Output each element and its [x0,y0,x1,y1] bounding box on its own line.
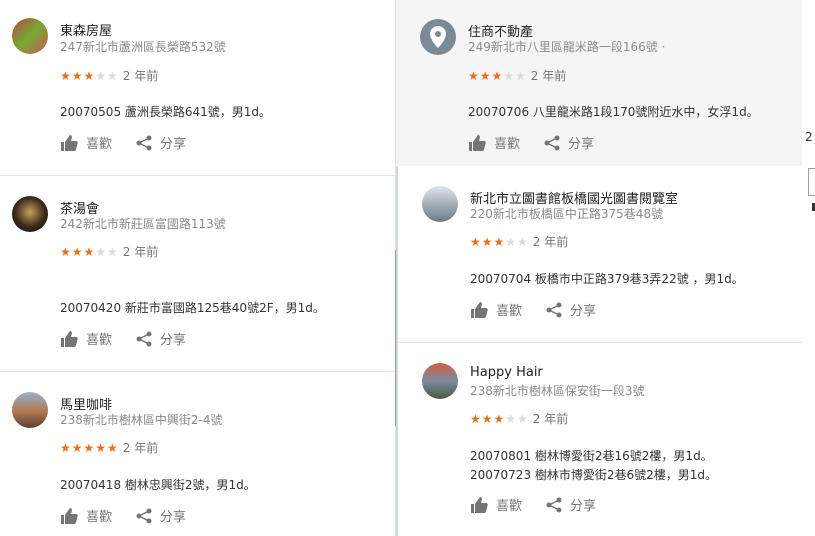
review-text: 20070418 樹林忠興街2號，男1d。 [60,478,256,492]
place-address: 238新北市樹林區中興街2-4號 [60,413,223,427]
star-rating: ★★★★★ 2 年前 [60,441,159,455]
like-button[interactable]: 喜歡 [60,506,112,525]
review-card: 住商不動產 249新北市八里區龍米路一段166號 · ★★★★★ 2 年前 200… [396,0,802,166]
share-icon [546,497,562,512]
share-button[interactable]: 分享 [546,495,596,514]
share-button[interactable]: 分享 [136,506,186,525]
review-card: 東森房屋 247新北市蘆洲區長榮路532號 ★★★★★ 2 年前 20070505… [0,0,395,176]
star-rating: ★★★★★ 2 年前 [60,245,159,259]
share-icon [546,302,562,317]
thumbs-up-icon [61,134,78,151]
share-button[interactable]: 分享 [136,133,186,152]
right-review-panel: 住商不動產 249新北市八里區龍米路一段166號 · ★★★★★ 2 年前 200… [396,0,802,536]
share-button[interactable]: 分享 [544,133,594,152]
review-actions: 喜歡 分享 [60,506,210,525]
thumbs-up-icon [61,507,78,524]
left-review-panel: 東森房屋 247新北市蘆洲區長榮路532號 ★★★★★ 2 年前 20070505… [0,0,395,536]
review-age: 2 年前 [530,69,567,83]
share-label: 分享 [570,499,597,514]
adjacent-window-edge: 2 [802,0,815,536]
place-name[interactable]: Happy Hair [470,365,543,380]
review-age: 2 年前 [532,412,569,426]
review-card: 茶湯會 242新北市新莊區富國路113號 ★★★★★ 2 年前 20070420 … [0,176,395,372]
like-label: 喜歡 [494,137,521,152]
star-rating: ★★★★★ 2 年前 [470,412,569,426]
like-button[interactable]: 喜歡 [60,133,112,152]
review-age: 2 年前 [122,441,159,455]
review-card: Happy Hair 238新北市樹林區保安街一段3號 ★★★★★ 2 年前 20… [396,343,802,536]
review-text: 20070704 板橋市中正路379巷3弄22號 ，男1d。 [470,272,744,286]
review-actions: 喜歡 分享 [470,495,620,514]
review-text: 20070801 樹林博愛街2巷16號2樓，男1d。 [470,449,713,463]
review-age: 2 年前 [122,245,159,259]
place-address: 220新北市板橋區中正路375巷48號 [470,207,664,221]
review-age: 2 年前 [532,235,569,249]
share-button[interactable]: 分享 [546,300,596,319]
place-avatar[interactable] [422,363,458,399]
like-button[interactable]: 喜歡 [60,329,112,348]
review-card: 馬里咖啡 238新北市樹林區中興街2-4號 ★★★★★ 2 年前 20070418… [0,372,395,536]
share-icon [544,135,560,150]
like-label: 喜歡 [86,510,113,525]
review-age: 2 年前 [122,69,159,83]
share-label: 分享 [568,137,595,152]
share-label: 分享 [160,137,187,152]
like-label: 喜歡 [496,499,523,514]
review-text: 20070723 樹林市博愛街2巷6號2樓，男1d。 [470,468,718,482]
place-address: 247新北市蘆洲區長榮路532號 [60,40,226,54]
review-actions: 喜歡 分享 [60,133,210,152]
edge-text: 2 [805,130,813,144]
place-address: 242新北市新莊區富國路113號 [60,217,226,231]
place-address: 238新北市樹林區保安街一段3號 [470,384,645,398]
star-rating: ★★★★★ 2 年前 [468,69,567,83]
location-pin-icon [430,26,446,48]
like-button[interactable]: 喜歡 [470,495,522,514]
review-actions: 喜歡 分享 [470,300,620,319]
review-card: 新北市立圖書館板橋國光圖書閱覽室 220新北市板橋區中正路375巷48號 ★★★… [396,166,802,343]
share-label: 分享 [160,333,187,348]
place-avatar[interactable] [12,196,48,232]
thumbs-up-icon [471,301,488,318]
star-rating: ★★★★★ 2 年前 [60,69,159,83]
like-button[interactable]: 喜歡 [470,300,522,319]
share-label: 分享 [570,304,597,319]
edge-input-box[interactable] [808,168,815,196]
place-name[interactable]: 東森房屋 [60,20,112,39]
thumbs-up-icon [61,330,78,347]
review-text: 20070420 新莊市富國路125巷40號2F，男1d。 [60,301,325,315]
share-label: 分享 [160,510,187,525]
review-actions: 喜歡 分享 [468,133,618,152]
thumbs-up-icon [471,496,488,513]
place-address: 249新北市八里區龍米路一段166號 · [468,40,666,54]
place-avatar[interactable] [12,18,48,54]
like-label: 喜歡 [86,137,113,152]
place-avatar[interactable] [420,19,456,55]
review-text: 20070505 蘆洲長榮路641號，男1d。 [60,105,272,119]
share-icon [136,508,152,523]
like-label: 喜歡 [496,304,523,319]
review-text: 20070706 八里龍米路1段170號附近水中，女浮1d。 [468,105,759,119]
share-button[interactable]: 分享 [136,329,186,348]
star-rating: ★★★★★ 2 年前 [470,235,569,249]
share-icon [136,135,152,150]
place-avatar[interactable] [422,186,458,222]
review-actions: 喜歡 分享 [60,329,210,348]
share-icon [136,331,152,346]
like-button[interactable]: 喜歡 [468,133,520,152]
place-avatar[interactable] [12,392,48,428]
thumbs-up-icon [469,134,486,151]
like-label: 喜歡 [86,333,113,348]
